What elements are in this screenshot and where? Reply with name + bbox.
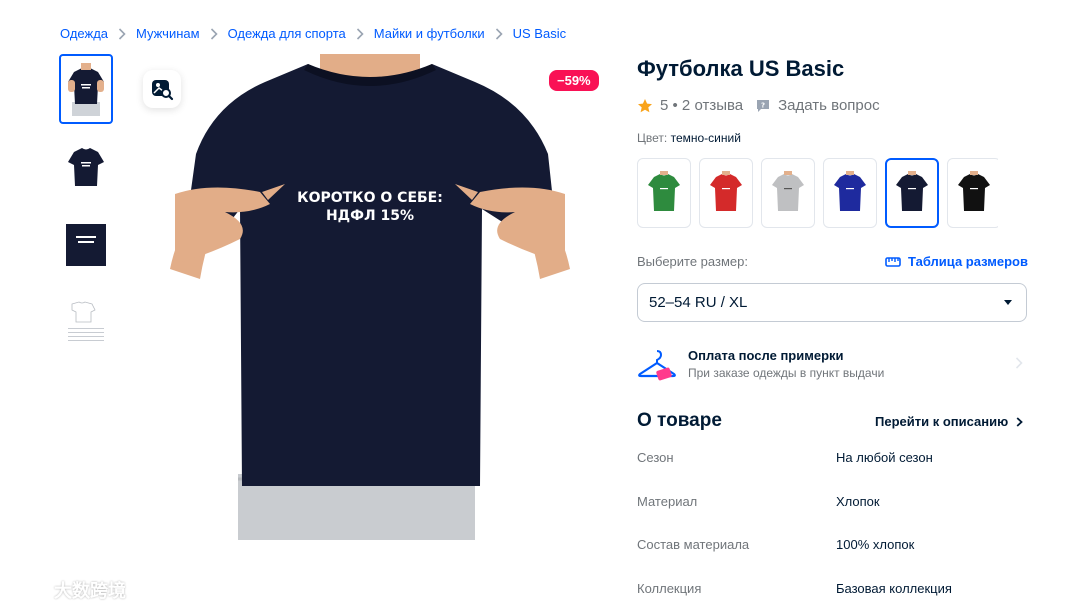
ruler-icon — [885, 256, 901, 267]
size-select[interactable]: 52–54 RU / XL — [637, 283, 1027, 322]
color-label: Цвет: темно-синий — [637, 131, 741, 145]
thumbnail-shirt-flat[interactable] — [59, 132, 113, 202]
spec-row: Сезон На любой сезон — [637, 450, 1027, 494]
ask-question-button[interactable]: ? Задать вопрос — [755, 97, 880, 114]
color-swatch-green[interactable] — [637, 158, 691, 228]
watermark-text: 大数跨境 — [54, 581, 126, 601]
spec-key: Материал — [637, 493, 698, 509]
spec-key: Состав материала — [637, 537, 750, 552]
chevron-right-icon — [495, 27, 503, 40]
goto-description-label: Перейти к описанию — [875, 414, 1009, 429]
color-label-prefix: Цвет: — [637, 131, 668, 145]
color-swatch-blue[interactable] — [823, 158, 877, 228]
color-swatches — [637, 158, 998, 228]
size-label: Выберите размер: — [637, 254, 748, 269]
size-table-label: Таблица размеров — [908, 254, 1028, 269]
color-swatch-gray[interactable] — [761, 158, 815, 228]
tryon-banner[interactable]: Оплата после примерки При заказе одежды … — [637, 344, 1027, 384]
visual-search-button[interactable] — [143, 70, 181, 108]
breadcrumb: Одежда Мужчинам Одежда для спорта Майки … — [60, 26, 566, 41]
watermark-logo-icon — [9, 581, 46, 599]
tshirt-icon — [834, 171, 866, 211]
spec-value: Базовая коллекция — [836, 580, 952, 596]
main-product-image[interactable]: КОРОТКО О СЕБЕ: НДФЛ 15% — [130, 54, 610, 540]
image-search-icon — [152, 80, 174, 101]
ask-question-label: Задать вопрос — [778, 97, 880, 114]
hanger-icon — [638, 350, 676, 381]
tshirt-icon — [896, 171, 928, 211]
breadcrumb-clothing[interactable]: Одежда — [60, 26, 108, 41]
spec-value: 100% хлопок — [836, 537, 915, 552]
chevron-right-icon — [1016, 416, 1024, 427]
spec-row: Состав материала 100% хлопок — [637, 537, 1027, 581]
breadcrumb-men[interactable]: Мужчинам — [136, 26, 200, 41]
thumbnail-size-chart[interactable] — [59, 288, 113, 358]
product-title: Футболка US Basic — [637, 56, 845, 81]
tryon-text: Оплата после примерки При заказе одежды … — [688, 348, 884, 380]
color-swatch-red[interactable] — [699, 158, 753, 228]
spec-list: Сезон На любой сезон Материал Хлопок Сос… — [637, 450, 1027, 609]
chevron-right-icon — [118, 27, 126, 40]
tryon-title: Оплата после примерки — [688, 348, 844, 363]
print-line-2: НДФЛ 15% — [326, 208, 414, 224]
thumbnail-print-closeup[interactable] — [59, 210, 113, 280]
thumbnail-gallery — [59, 54, 115, 366]
breadcrumb-tshirts[interactable]: Майки и футболки — [374, 26, 485, 41]
discount-badge: −59% — [549, 70, 599, 91]
size-select-value: 52–54 RU / XL — [649, 294, 748, 311]
spec-row: Коллекция Базовая коллекция — [637, 581, 1027, 609]
about-title: О товаре — [637, 410, 722, 431]
svg-text:?: ? — [761, 101, 765, 109]
chat-bubble-icon: ? — [757, 99, 770, 112]
size-table-link[interactable]: Таблица размеров — [885, 254, 1028, 269]
goto-description-link[interactable]: Перейти к описанию — [875, 414, 1024, 429]
tshirt-icon — [772, 171, 804, 211]
spec-key: Сезон — [637, 450, 674, 465]
color-swatch-black[interactable] — [947, 158, 998, 228]
thumbnail-model-front[interactable] — [59, 54, 113, 124]
color-selected-name: темно-синий — [670, 131, 741, 145]
tshirt-icon — [958, 171, 990, 211]
chevron-right-icon — [356, 27, 364, 40]
spec-value: Хлопок — [836, 493, 880, 509]
spec-row: Материал Хлопок — [637, 494, 1027, 538]
color-swatch-navy[interactable] — [885, 158, 939, 228]
rating-row: 5 • 2 отзыва ? Задать вопрос — [637, 97, 880, 114]
print-line-1: КОРОТКО О СЕБЕ: — [297, 190, 443, 206]
chevron-right-icon — [210, 27, 218, 40]
tshirt-icon — [710, 171, 742, 211]
star-icon — [638, 98, 652, 112]
caret-down-icon — [1004, 300, 1012, 305]
spec-value: На любой сезон — [836, 450, 933, 465]
breadcrumb-sportswear[interactable]: Одежда для спорта — [228, 26, 346, 41]
watermark: 大数跨境 — [8, 577, 126, 603]
tshirt-icon — [648, 171, 680, 211]
chevron-right-icon — [1015, 357, 1023, 369]
tryon-subtitle: При заказе одежды в пункт выдачи — [688, 366, 885, 380]
rating-reviews-link[interactable]: 5 • 2 отзыва — [660, 97, 743, 114]
breadcrumb-brand[interactable]: US Basic — [513, 26, 566, 41]
spec-key: Коллекция — [637, 580, 702, 596]
